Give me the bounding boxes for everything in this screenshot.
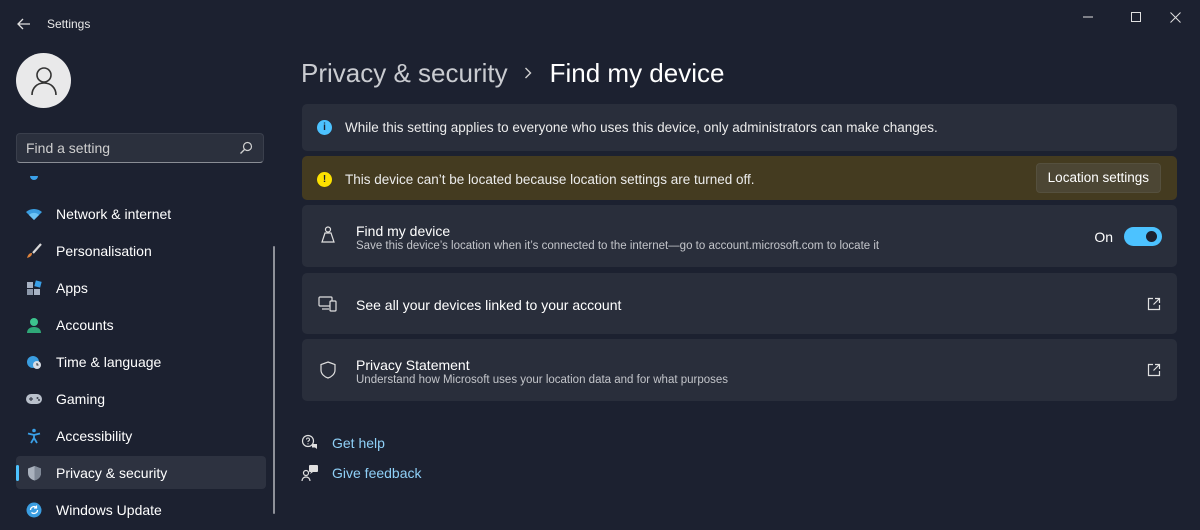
shield-outline-icon	[318, 360, 338, 380]
apps-icon	[25, 279, 43, 297]
sidebar-item-label: Time & language	[56, 354, 162, 370]
sidebar-scrollbar[interactable]	[273, 246, 275, 514]
back-button[interactable]	[14, 14, 34, 34]
person-icon	[30, 66, 57, 95]
warning-banner-text: This device can’t be located because loc…	[345, 172, 755, 187]
toggle-knob	[1146, 231, 1157, 242]
linked-devices-row[interactable]: See all your devices linked to your acco…	[302, 273, 1177, 334]
external-link-icon[interactable]	[1147, 363, 1161, 377]
warning-icon: !	[317, 172, 332, 187]
gamepad-icon	[25, 390, 43, 408]
sidebar-nav: Network & internet Personalisation Apps …	[16, 197, 266, 530]
give-feedback-label: Give feedback	[332, 465, 422, 481]
sidebar-item-label: Windows Update	[56, 502, 162, 518]
close-button[interactable]	[1165, 8, 1185, 26]
devices-icon	[318, 294, 338, 314]
find-my-device-title: Find my device	[356, 223, 451, 239]
feedback-icon	[300, 463, 320, 483]
breadcrumb: Privacy & security Find my device	[301, 55, 724, 91]
privacy-statement-row[interactable]: Privacy Statement Understand how Microso…	[302, 339, 1177, 401]
sidebar-item-label: Personalisation	[56, 243, 152, 259]
minimize-button[interactable]	[1078, 8, 1098, 26]
search-box[interactable]	[16, 133, 264, 163]
sidebar-item-label: Accessibility	[56, 428, 133, 444]
shield-icon	[25, 464, 43, 482]
sidebar-item-time-language[interactable]: Time & language	[16, 345, 266, 378]
accessibility-icon	[25, 427, 43, 445]
search-input[interactable]	[17, 134, 227, 162]
give-feedback-link[interactable]: Give feedback	[300, 463, 422, 483]
sidebar-item-privacy-security[interactable]: Privacy & security	[16, 456, 266, 489]
close-icon	[1169, 11, 1181, 23]
globe-clock-icon	[25, 353, 43, 371]
find-my-device-row: Find my device Save this device’s locati…	[302, 205, 1177, 267]
maximize-button[interactable]	[1126, 8, 1146, 26]
update-icon	[25, 501, 43, 519]
back-arrow-icon	[17, 18, 30, 30]
breadcrumb-parent[interactable]: Privacy & security	[301, 58, 508, 89]
warning-banner: ! This device can’t be located because l…	[302, 156, 1177, 200]
get-help-link[interactable]: Get help	[300, 433, 385, 453]
sidebar-item-label: Apps	[56, 280, 88, 296]
toggle-state-label: On	[1094, 229, 1113, 245]
brush-icon	[25, 242, 43, 260]
find-device-person-icon	[318, 225, 338, 245]
get-help-label: Get help	[332, 435, 385, 451]
sidebar-item-label: Privacy & security	[56, 465, 168, 481]
info-icon: i	[317, 120, 332, 135]
sidebar-item-label: Gaming	[56, 391, 106, 407]
scrolled-item-peek	[30, 176, 38, 180]
wifi-icon	[25, 205, 43, 223]
sidebar-item-gaming[interactable]: Gaming	[16, 382, 266, 415]
external-link-icon[interactable]	[1147, 297, 1161, 311]
find-my-device-subtitle: Save this device’s location when it’s co…	[356, 240, 880, 252]
sidebar-item-personalisation[interactable]: Personalisation	[16, 234, 266, 267]
sidebar-item-label: Accounts	[56, 317, 114, 333]
linked-devices-title: See all your devices linked to your acco…	[356, 297, 622, 313]
privacy-statement-title: Privacy Statement	[356, 357, 470, 373]
sidebar-item-accessibility[interactable]: Accessibility	[16, 419, 266, 452]
find-my-device-toggle[interactable]	[1124, 227, 1162, 246]
help-chat-icon	[300, 433, 320, 453]
location-settings-button[interactable]: Location settings	[1035, 163, 1161, 193]
info-banner-text: While this setting applies to everyone w…	[345, 120, 938, 135]
sidebar-item-windows-update[interactable]: Windows Update	[16, 493, 266, 526]
user-avatar[interactable]	[16, 53, 71, 108]
minimize-icon	[1083, 16, 1093, 18]
sidebar-item-network[interactable]: Network & internet	[16, 197, 266, 230]
search-icon[interactable]	[239, 141, 253, 155]
chevron-right-icon	[524, 67, 532, 79]
privacy-statement-subtitle: Understand how Microsoft uses your locat…	[356, 374, 729, 386]
sidebar-item-apps[interactable]: Apps	[16, 271, 266, 304]
page-title: Find my device	[549, 57, 725, 88]
app-title: Settings	[47, 17, 91, 31]
maximize-icon	[1131, 12, 1141, 22]
person-icon	[25, 316, 43, 334]
sidebar-item-accounts[interactable]: Accounts	[16, 308, 266, 341]
info-banner: i While this setting applies to everyone…	[302, 104, 1177, 151]
sidebar-item-label: Network & internet	[56, 206, 172, 222]
title-bar: Settings	[0, 0, 1200, 48]
